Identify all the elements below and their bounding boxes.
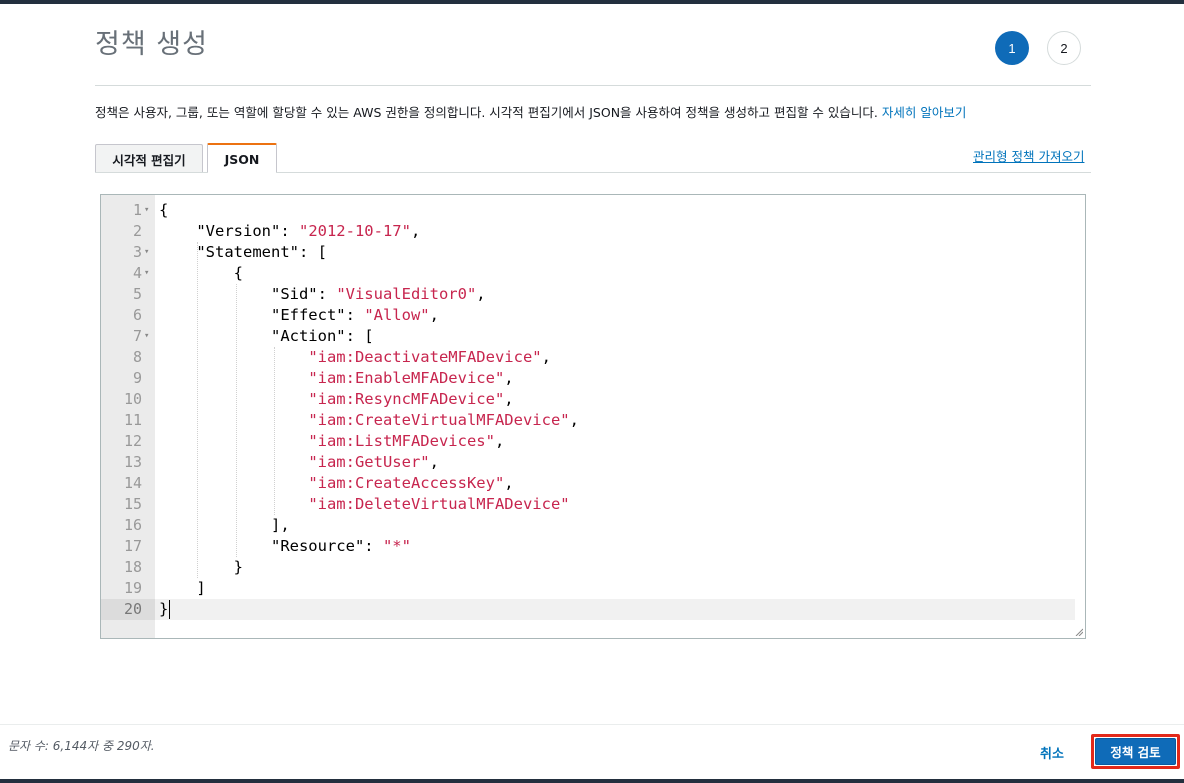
code-text: ], bbox=[159, 516, 290, 534]
code-line: 2 "Version": "2012-10-17", bbox=[101, 221, 1085, 242]
review-policy-button[interactable]: 정책 검토 bbox=[1095, 738, 1176, 765]
code-line: 13 "iam:GetUser", bbox=[101, 452, 1085, 473]
line-number: 12 bbox=[123, 432, 142, 450]
description-text: 정책은 사용자, 그룹, 또는 역할에 할당할 수 있는 AWS 권한을 정의합… bbox=[95, 105, 878, 120]
code-text: { bbox=[159, 201, 169, 219]
code-line: 18 } bbox=[101, 557, 1085, 578]
code-line: 5 "Sid": "VisualEditor0", bbox=[101, 284, 1085, 305]
line-number: 2 bbox=[132, 222, 142, 240]
code-line: 10 "iam:ResyncMFADevice", bbox=[101, 389, 1085, 410]
code-line: 17 "Resource": "*" bbox=[101, 536, 1085, 557]
tab-visual-editor[interactable]: 시각적 편집기 bbox=[95, 144, 203, 173]
fold-arrow-icon[interactable]: ▾ bbox=[144, 263, 154, 284]
line-number: 8 bbox=[132, 348, 142, 366]
code-text: } bbox=[159, 558, 243, 576]
page-title: 정책 생성 bbox=[95, 29, 208, 60]
bottom-bar bbox=[0, 779, 1184, 783]
code-line: 4 ▾ { bbox=[101, 263, 1085, 284]
code-line: 9 "iam:EnableMFADevice", bbox=[101, 368, 1085, 389]
resize-grip-icon[interactable] bbox=[1075, 628, 1083, 636]
code-text: "iam:ListMFADevices", bbox=[308, 432, 505, 450]
fold-arrow-icon[interactable]: ▾ bbox=[144, 326, 154, 347]
learn-more-link[interactable]: 자세히 알아보기 bbox=[882, 105, 966, 120]
line-number: 16 bbox=[123, 516, 142, 534]
code-text: "iam:DeactivateMFADevice", bbox=[308, 348, 551, 366]
code-text: { bbox=[159, 264, 243, 282]
page-description: 정책은 사용자, 그룹, 또는 역할에 할당할 수 있는 AWS 권한을 정의합… bbox=[95, 102, 966, 121]
code-text: "iam:ResyncMFADevice", bbox=[308, 390, 514, 408]
code-line: 14 "iam:CreateAccessKey", bbox=[101, 473, 1085, 494]
import-managed-policy-link[interactable]: 관리형 정책 가져오기 bbox=[973, 146, 1084, 165]
line-number: 17 bbox=[123, 537, 142, 555]
line-number: 6 bbox=[132, 306, 142, 324]
line-number: 1 bbox=[132, 201, 142, 219]
code-text: "iam:CreateAccessKey", bbox=[308, 474, 514, 492]
code-line: 7 ▾ "Action": [ bbox=[101, 326, 1085, 347]
indent-guide bbox=[274, 347, 275, 515]
line-number: 5 bbox=[132, 285, 142, 303]
code-text: "Effect": "Allow", bbox=[159, 306, 439, 324]
code-lines: 1 ▾{2 "Version": "2012-10-17", 3 ▾ "Stateme… bbox=[101, 200, 1085, 620]
line-number: 14 bbox=[123, 474, 142, 492]
step-indicator-1: 1 bbox=[995, 31, 1029, 65]
code-text: "iam:DeleteVirtualMFADevice" bbox=[308, 495, 570, 513]
code-line: 12 "iam:ListMFADevices", bbox=[101, 431, 1085, 452]
line-number: 15 bbox=[123, 495, 142, 513]
line-number: 20 bbox=[123, 600, 142, 618]
code-text: "Action": [ bbox=[159, 327, 374, 345]
character-count: 문자 수: 6,144자 중 290자. bbox=[8, 739, 155, 753]
code-line: 20} bbox=[101, 599, 1085, 620]
top-bar bbox=[0, 0, 1184, 4]
code-text: "Sid": "VisualEditor0", bbox=[159, 285, 486, 303]
text-cursor bbox=[169, 600, 170, 619]
line-number: 3 bbox=[132, 243, 142, 261]
code-line: 6 "Effect": "Allow", bbox=[101, 305, 1085, 326]
line-number: 11 bbox=[123, 411, 142, 429]
code-text: "iam:EnableMFADevice", bbox=[308, 369, 514, 387]
fold-arrow-icon[interactable]: ▾ bbox=[144, 200, 154, 221]
json-editor[interactable]: 1 ▾{2 "Version": "2012-10-17", 3 ▾ "Stateme… bbox=[100, 194, 1086, 639]
line-number: 10 bbox=[123, 390, 142, 408]
footer-divider bbox=[0, 724, 1184, 725]
cancel-button[interactable]: 취소 bbox=[1040, 743, 1064, 762]
code-line: 15 "iam:DeleteVirtualMFADevice" bbox=[101, 494, 1085, 515]
code-line: 19 ] bbox=[101, 578, 1085, 599]
code-text: "Statement": [ bbox=[159, 243, 327, 261]
code-text: } bbox=[159, 600, 169, 618]
code-line: 11 "iam:CreateVirtualMFADevice", bbox=[101, 410, 1085, 431]
code-line: 16 ], bbox=[101, 515, 1085, 536]
tab-json[interactable]: JSON bbox=[207, 143, 277, 173]
code-text: "Version": "2012-10-17", bbox=[159, 222, 421, 240]
line-number: 4 bbox=[132, 264, 142, 282]
code-text: "iam:GetUser", bbox=[308, 453, 439, 471]
line-number: 7 bbox=[132, 327, 142, 345]
code-text: "iam:CreateVirtualMFADevice", bbox=[308, 411, 579, 429]
code-line: 1 ▾ { bbox=[101, 200, 1085, 221]
fold-arrow-icon[interactable]: ▾ bbox=[144, 242, 154, 263]
title-divider bbox=[95, 85, 1091, 86]
line-number: 9 bbox=[132, 369, 142, 387]
line-number: 18 bbox=[123, 558, 142, 576]
code-text: ] bbox=[159, 579, 206, 597]
code-line: 3 ▾ "Statement": [ bbox=[101, 242, 1085, 263]
line-number: 19 bbox=[123, 579, 142, 597]
line-number: 13 bbox=[123, 453, 142, 471]
indent-guide bbox=[197, 242, 198, 578]
step-indicator-2: 2 bbox=[1047, 31, 1081, 65]
indent-guide bbox=[236, 284, 237, 557]
code-line: 8 "iam:DeactivateMFADevice", bbox=[101, 347, 1085, 368]
